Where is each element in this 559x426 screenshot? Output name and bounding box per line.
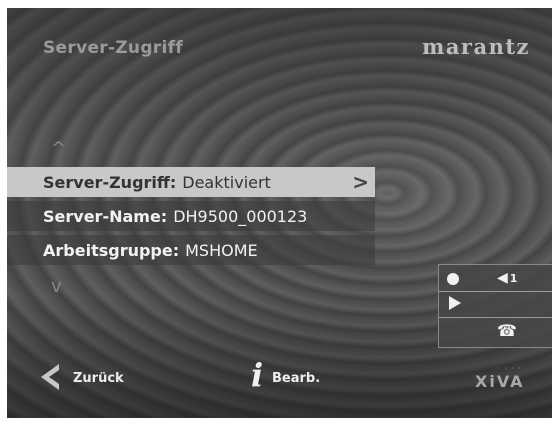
record-icon <box>447 273 459 285</box>
panel-divider <box>439 291 552 292</box>
chevron-down-icon[interactable]: v <box>51 276 62 297</box>
setting-row-workgroup[interactable]: Arbeitsgruppe: MSHOME <box>7 235 375 265</box>
status-panel: ◀ 1 ☎ <box>438 264 552 348</box>
setting-label: Server-Zugriff: <box>43 172 177 192</box>
tv-screen: Server-Zugriff marantz ^ Server-Zugriff:… <box>7 8 552 418</box>
info-icon[interactable]: i <box>251 359 263 391</box>
brand-logo: marantz <box>422 34 530 59</box>
setting-row-server-name[interactable]: Server-Name: DH9500_000123 <box>7 201 375 231</box>
volume-level: 1 <box>509 272 518 285</box>
xiva-logo: XiVA <box>475 372 525 391</box>
back-chevron-icon[interactable] <box>37 362 63 392</box>
setting-row-server-access[interactable]: Server-Zugriff: Deaktiviert > <box>7 167 375 197</box>
edit-button[interactable]: Bearb. <box>272 371 320 386</box>
panel-divider <box>439 317 552 318</box>
play-icon <box>449 296 461 310</box>
page-title: Server-Zugriff <box>43 38 184 58</box>
phone-icon: ☎ <box>497 321 517 340</box>
setting-value: MSHOME <box>185 240 258 260</box>
setting-value: Deaktiviert <box>182 172 271 192</box>
setting-label: Arbeitsgruppe: <box>43 240 180 260</box>
setting-value: DH9500_000123 <box>173 206 308 226</box>
speaker-icon: ◀ 1 <box>497 270 518 286</box>
chevron-right-icon[interactable]: > <box>352 170 369 194</box>
chevron-up-icon[interactable]: ^ <box>51 138 66 159</box>
back-button[interactable]: Zurück <box>73 371 124 386</box>
setting-label: Server-Name: <box>43 206 168 226</box>
